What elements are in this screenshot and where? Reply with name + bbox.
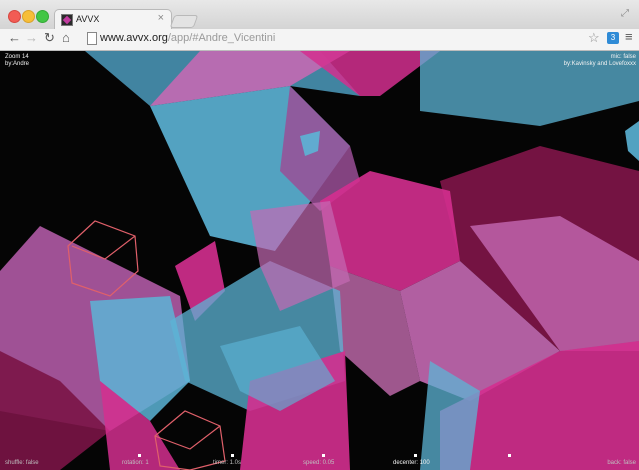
home-icon[interactable]: ⌂ <box>62 30 70 45</box>
url-host: www.avvx.org <box>100 32 168 44</box>
visualizer-canvas[interactable]: Zoom 14 by:Andre mic: false by:Kavinsky … <box>0 51 639 470</box>
speed-control[interactable]: speed: 0.05 <box>303 460 334 467</box>
author-left-label: by:Andre <box>5 61 30 67</box>
shuffle-toggle[interactable]: shuffle: false <box>5 460 39 467</box>
tab-bar: AVVX × ⤢ <box>0 0 639 30</box>
url-path: /app/#Andre_Vicentini <box>167 32 276 44</box>
menu-icon[interactable]: ≡ <box>625 29 633 44</box>
browser-tab[interactable]: AVVX × <box>54 9 172 30</box>
speed-indicator <box>322 454 325 457</box>
rotation-control[interactable]: rotation: 1 <box>122 460 149 467</box>
timer-control[interactable]: timer: 1.0s <box>213 460 241 467</box>
backflip-toggle[interactable]: back: false <box>607 460 636 467</box>
close-window-icon[interactable] <box>8 10 21 23</box>
mic-toggle[interactable]: mic: false <box>611 54 636 61</box>
decenter-control[interactable]: decenter: 100 <box>393 460 430 467</box>
backflip-indicator <box>508 454 511 457</box>
timer-indicator <box>231 454 234 457</box>
decenter-indicator <box>414 454 417 457</box>
extension-icon[interactable]: 3 <box>607 32 619 44</box>
new-tab-button[interactable] <box>169 15 199 28</box>
fullscreen-icon[interactable]: ⤢ <box>621 8 629 19</box>
rotation-indicator <box>138 454 141 457</box>
bookmark-star-icon[interactable]: ☆ <box>588 30 600 46</box>
tab-title: AVVX <box>76 14 100 24</box>
minimize-window-icon[interactable] <box>22 10 35 23</box>
cube-scene <box>0 51 639 470</box>
forward-icon[interactable]: → <box>25 30 38 45</box>
zoom-label: Zoom 14 <box>5 54 29 60</box>
page-icon <box>87 32 97 45</box>
url-text[interactable]: www.avvx.org/app/#Andre_Vicentini <box>100 32 275 44</box>
tab-close-icon[interactable]: × <box>158 12 164 24</box>
cube-face <box>625 121 639 161</box>
browser-toolbar: ← → ↻ ⌂ www.avvx.org/app/#Andre_Vicentin… <box>0 29 639 51</box>
address-bar[interactable]: www.avvx.org/app/#Andre_Vicentini <box>84 31 614 47</box>
author-right-label: by:Kavinsky and Lovefoxxx <box>563 61 636 67</box>
avvx-favicon-icon <box>61 14 73 26</box>
reload-icon[interactable]: ↻ <box>44 30 55 46</box>
back-icon[interactable]: ← <box>8 30 21 45</box>
maximize-window-icon[interactable] <box>36 10 49 23</box>
